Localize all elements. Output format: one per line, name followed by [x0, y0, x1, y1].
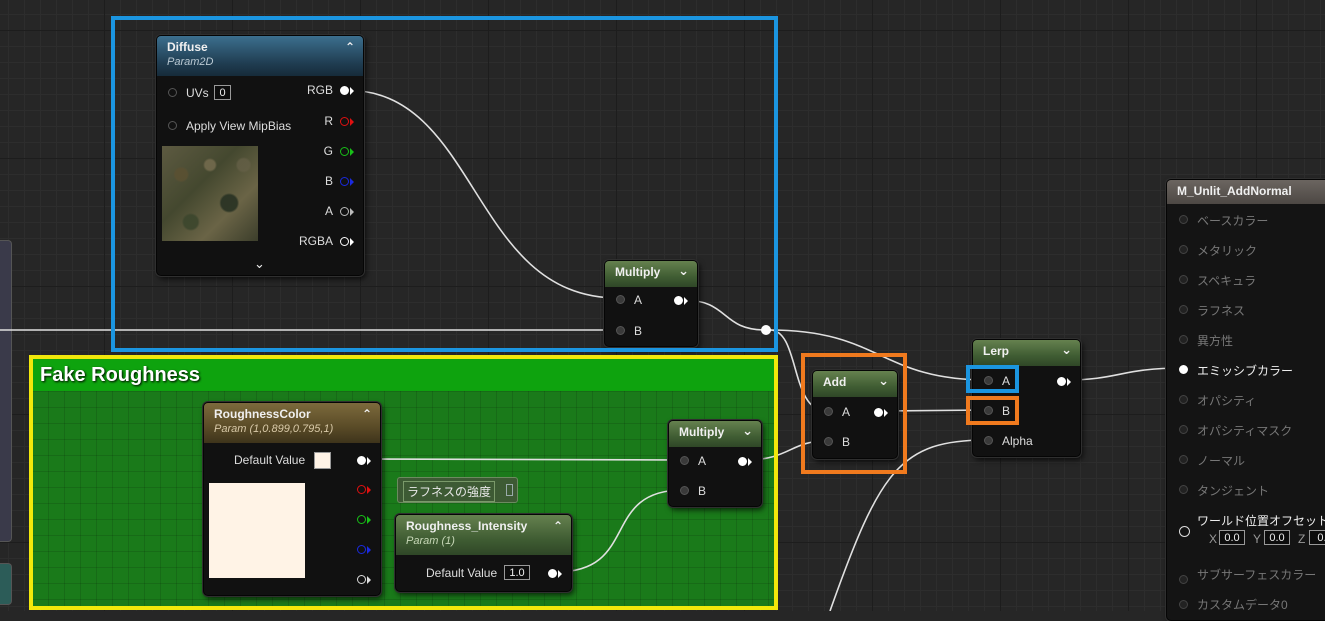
wpo-z-label: Z — [1298, 532, 1306, 546]
highlight-box-lerp-b — [966, 396, 1019, 425]
wpo-y-field[interactable]: 0.0 — [1264, 530, 1290, 545]
wpo-y-label: Y — [1253, 532, 1262, 546]
pin-world-position-offset[interactable] — [1179, 526, 1190, 537]
pin-label-roughness: ラフネス — [1197, 304, 1246, 318]
pin-roughness[interactable] — [1179, 305, 1188, 314]
node-title: Lerp — [983, 344, 1010, 358]
highlight-box-fake-roughness — [29, 355, 778, 610]
pin-label-anisotropy: 異方性 — [1197, 334, 1234, 348]
pin-label-tangent: タンジェント — [1197, 484, 1270, 498]
input-label-alpha: Alpha — [1002, 434, 1033, 448]
highlight-box-lerp-a — [966, 365, 1019, 393]
material-node-header[interactable]: M_Unlit_AddNormal — [1167, 180, 1325, 204]
wpo-x-field[interactable]: 0.0 — [1219, 530, 1245, 545]
pin-label-opacity-mask: オパシティマスク — [1197, 424, 1293, 438]
lerp-node-header[interactable]: Lerp ⌄ — [973, 340, 1080, 366]
output-arrow — [1067, 378, 1071, 386]
pin-custom-data-0[interactable] — [1179, 600, 1188, 609]
pin-subsurface-color[interactable] — [1179, 575, 1188, 584]
pin-label-subsurface-color: サブサーフェスカラー — [1197, 568, 1317, 582]
chevron-down-icon[interactable]: ⌄ — [1061, 342, 1072, 358]
pin-label-metallic: メタリック — [1197, 244, 1258, 258]
pin-metallic[interactable] — [1179, 245, 1188, 254]
wpo-z-field[interactable]: 0. — [1309, 530, 1325, 545]
pin-normal[interactable] — [1179, 455, 1188, 464]
node-title: M_Unlit_AddNormal — [1177, 184, 1292, 198]
input-pin-alpha[interactable] — [984, 436, 993, 445]
pin-tangent[interactable] — [1179, 485, 1188, 494]
pin-anisotropy[interactable] — [1179, 335, 1188, 344]
pin-label-opacity: オパシティ — [1197, 394, 1257, 408]
pin-opacity-mask[interactable] — [1179, 425, 1188, 434]
material-result-node[interactable]: M_Unlit_AddNormal ベースカラー メタリック スペキュラ ラフネ… — [1166, 179, 1325, 621]
highlight-box-add — [801, 353, 907, 474]
pin-label-world-position-offset: ワールド位置オフセット — [1197, 514, 1325, 528]
pin-label-emissive-color: エミッシブカラー — [1197, 364, 1294, 378]
output-pin[interactable] — [1057, 377, 1066, 386]
pin-label-specular: スペキュラ — [1197, 274, 1257, 288]
pin-label-custom-data-0: カスタムデータ0 — [1197, 598, 1288, 612]
pin-label-normal: ノーマル — [1197, 454, 1246, 468]
highlight-box-diffuse-group — [111, 16, 778, 352]
pin-specular[interactable] — [1179, 275, 1188, 284]
wpo-x-label: X — [1209, 532, 1218, 546]
pin-opacity[interactable] — [1179, 395, 1188, 404]
pin-base-color[interactable] — [1179, 215, 1188, 224]
pin-label-base-color: ベースカラー — [1197, 214, 1269, 228]
pin-emissive-color[interactable] — [1179, 365, 1188, 374]
